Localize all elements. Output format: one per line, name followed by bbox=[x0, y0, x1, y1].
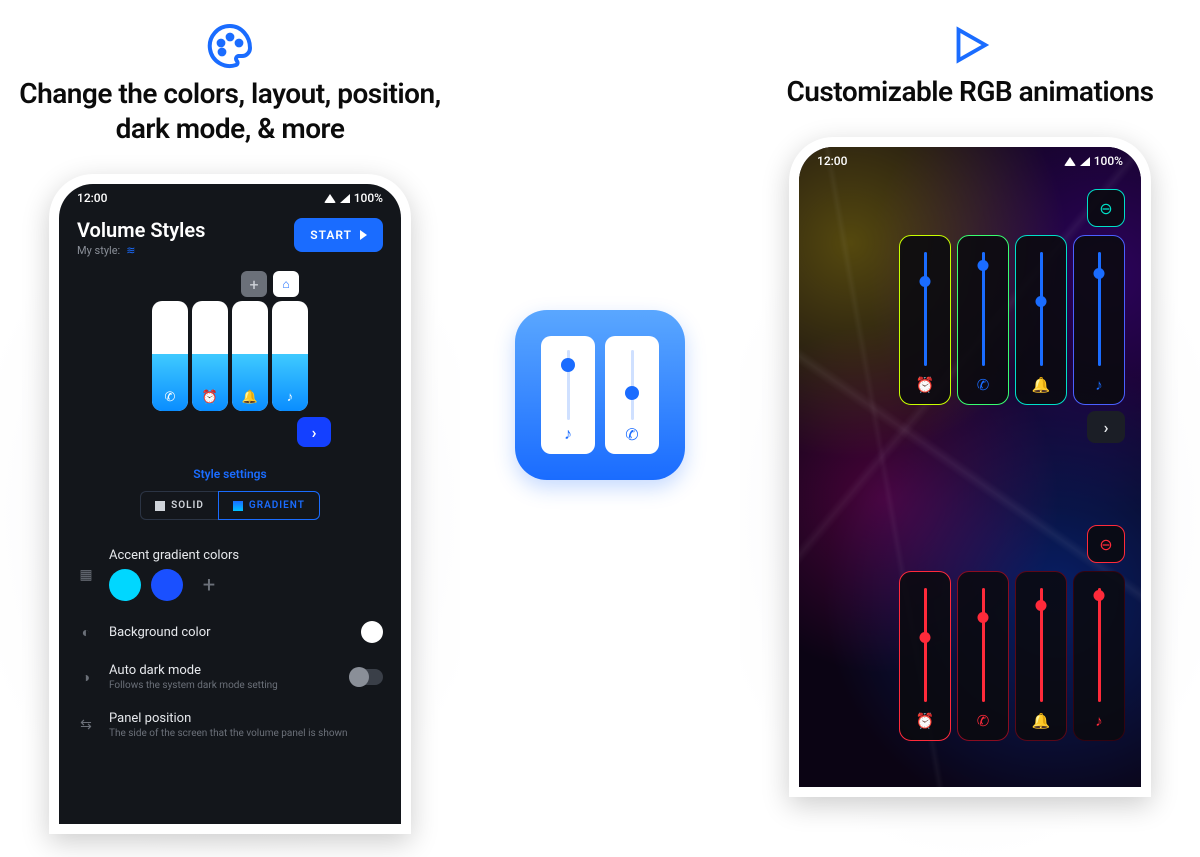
phone-icon: ✆ bbox=[977, 712, 990, 730]
phone-mockup-right: 12:00 100% ⊖ ⏰ ✆ 🔔 ♪ bbox=[789, 137, 1151, 797]
palette-small-icon: ▦ bbox=[77, 567, 95, 583]
app-title: Volume Styles bbox=[77, 218, 205, 242]
auto-dark-sub: Follows the system dark mode setting bbox=[109, 680, 335, 691]
auto-dark-label: Auto dark mode bbox=[109, 663, 335, 678]
start-label: START bbox=[310, 228, 352, 242]
icon-slider-left: ♪ bbox=[541, 336, 595, 454]
preview-slider-media[interactable]: ♪ bbox=[272, 301, 308, 411]
style-preview: + ⌂ ✆ ⏰ 🔔 ♪ › bbox=[59, 271, 401, 447]
palette-icon bbox=[206, 22, 254, 70]
expand-button[interactable]: › bbox=[297, 417, 331, 447]
icon-slider-right: ✆ bbox=[605, 336, 659, 454]
panel-pos-sub: The side of the screen that the volume p… bbox=[109, 728, 383, 739]
status-time: 12:00 bbox=[817, 154, 847, 168]
wifi-icon bbox=[1064, 157, 1076, 166]
music-note-icon: ♪ bbox=[564, 424, 572, 444]
promo-panel-left: Change the colors, layout, position, dar… bbox=[0, 0, 460, 857]
rgb-slider-call[interactable]: ✆ bbox=[957, 571, 1009, 741]
phone-icon: ✆ bbox=[625, 425, 638, 444]
start-button[interactable]: START bbox=[294, 218, 383, 252]
brightness-icon: ◑ bbox=[77, 669, 95, 686]
my-style-label: My style: bbox=[77, 244, 120, 257]
collapse-button-2[interactable]: ⊖ bbox=[1087, 525, 1125, 563]
rgb-slider-media[interactable]: ♪ bbox=[1073, 571, 1125, 741]
phone-icon: ✆ bbox=[165, 390, 176, 405]
rgb-slider-media[interactable]: ♪ bbox=[1073, 235, 1125, 405]
play-outline-icon bbox=[947, 22, 993, 68]
bg-color-swatch[interactable] bbox=[361, 621, 383, 643]
rgb-slider-alarm[interactable]: ⏰ bbox=[899, 235, 951, 405]
left-headline: Change the colors, layout, position, dar… bbox=[0, 76, 460, 146]
play-icon bbox=[360, 230, 367, 240]
swatch-cyan[interactable] bbox=[109, 569, 141, 601]
status-bar: 12:00 100% bbox=[59, 184, 401, 212]
solid-swatch-icon bbox=[155, 501, 165, 511]
add-color-button[interactable]: + bbox=[193, 569, 225, 601]
panel-pos-label: Panel position bbox=[109, 711, 383, 726]
wifi-icon bbox=[324, 194, 336, 203]
rgb-slider-ring[interactable]: 🔔 bbox=[1015, 235, 1067, 405]
trash-icon: ⌂ bbox=[282, 277, 289, 291]
music-icon: ♪ bbox=[1095, 376, 1103, 394]
promo-panel-right: Customizable RGB animations 12:00 100% ⊖ bbox=[740, 0, 1200, 857]
setting-panel-position[interactable]: ⇆ Panel position The side of the screen … bbox=[77, 701, 383, 749]
signal-icon bbox=[1080, 157, 1090, 166]
wave-icon: ≋ bbox=[126, 244, 135, 257]
seg-solid[interactable]: SOLID bbox=[140, 491, 218, 520]
collapse-button-1[interactable]: ⊖ bbox=[1087, 189, 1125, 227]
add-slider-chip[interactable]: + bbox=[241, 271, 267, 297]
rgb-slider-ring[interactable]: 🔔 bbox=[1015, 571, 1067, 741]
phone-icon: ✆ bbox=[977, 376, 990, 394]
position-icon: ⇆ bbox=[77, 717, 95, 733]
setting-accent-colors[interactable]: ▦ Accent gradient colors + bbox=[77, 538, 383, 611]
status-bar: 12:00 100% bbox=[799, 147, 1141, 175]
rgb-slider-call[interactable]: ✆ bbox=[957, 235, 1009, 405]
accent-label: Accent gradient colors bbox=[109, 548, 383, 563]
setting-auto-dark[interactable]: ◑ Auto dark mode Follows the system dark… bbox=[77, 653, 383, 701]
gradient-swatch-icon bbox=[233, 501, 243, 511]
status-battery: 100% bbox=[1094, 154, 1123, 168]
style-settings-title: Style settings bbox=[59, 467, 401, 481]
alarm-icon: ⏰ bbox=[916, 376, 935, 394]
alarm-icon: ⏰ bbox=[202, 390, 218, 405]
preview-slider-ring[interactable]: 🔔 bbox=[232, 301, 268, 411]
phone-mockup-left: 12:00 100% Volume Styles My style: ≋ bbox=[49, 174, 411, 834]
remove-slider-chip[interactable]: ⌂ bbox=[273, 271, 299, 297]
app-icon: ♪ ✆ bbox=[515, 310, 685, 480]
setting-background-color[interactable]: ◐ Background color bbox=[77, 611, 383, 653]
preview-slider-alarm[interactable]: ⏰ bbox=[192, 301, 228, 411]
status-battery: 100% bbox=[354, 191, 383, 205]
right-headline: Customizable RGB animations bbox=[786, 74, 1153, 109]
rgb-slider-alarm[interactable]: ⏰ bbox=[899, 571, 951, 741]
music-icon: ♪ bbox=[287, 389, 294, 405]
my-style-row: My style: ≋ bbox=[77, 244, 205, 257]
rgb-slider-group-2: ⊖ ⏰ ✆ 🔔 ♪ bbox=[899, 525, 1125, 741]
preview-slider-call[interactable]: ✆ bbox=[152, 301, 188, 411]
bell-icon: 🔔 bbox=[1032, 712, 1051, 730]
swatch-blue[interactable] bbox=[151, 569, 183, 601]
expand-button-1[interactable]: › bbox=[1087, 411, 1125, 443]
alarm-icon: ⏰ bbox=[916, 712, 935, 730]
seg-gradient[interactable]: GRADIENT bbox=[218, 491, 320, 520]
contrast-icon: ◐ bbox=[77, 624, 95, 641]
chevron-right-icon: › bbox=[312, 423, 317, 442]
minus-circle-icon: ⊖ bbox=[1099, 535, 1112, 554]
chevron-right-icon: › bbox=[1104, 418, 1109, 437]
bell-icon: 🔔 bbox=[1032, 376, 1051, 394]
minus-circle-icon: ⊖ bbox=[1099, 199, 1112, 218]
bg-label: Background color bbox=[109, 625, 347, 640]
bell-icon: 🔔 bbox=[242, 390, 258, 405]
music-icon: ♪ bbox=[1095, 712, 1103, 730]
status-time: 12:00 bbox=[77, 191, 107, 205]
auto-dark-toggle[interactable] bbox=[349, 669, 383, 685]
signal-icon bbox=[340, 194, 350, 203]
fill-mode-segmented: SOLID GRADIENT bbox=[59, 491, 401, 520]
rgb-slider-group-1: ⊖ ⏰ ✆ 🔔 ♪ › bbox=[899, 189, 1125, 443]
